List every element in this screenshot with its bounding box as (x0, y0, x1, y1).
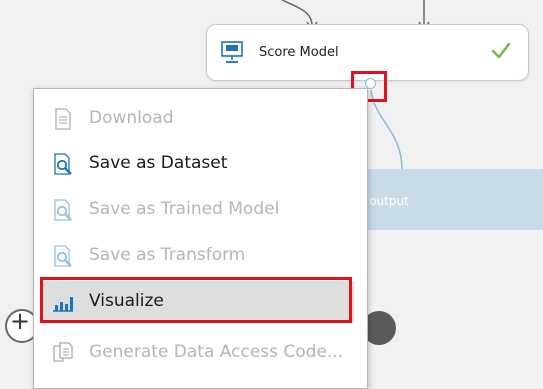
menu-item-download[interactable]: Download (42, 99, 354, 139)
output-connector (370, 89, 403, 171)
input-connector-left (281, 0, 313, 27)
document-icon (55, 108, 71, 130)
copy-documents-icon (53, 342, 73, 362)
visualize-highlight (40, 277, 352, 323)
magnifier-document-icon (54, 153, 72, 175)
context-menu: Download Save as Dataset Save as Trained… (33, 88, 368, 389)
menu-item-generate-data-access-code[interactable]: Generate Data Access Code... (42, 333, 354, 373)
menu-item-label: Save as Transform (89, 245, 246, 265)
magnifier-document-icon (54, 245, 72, 267)
plus-icon: + (10, 307, 31, 335)
check-icon (491, 42, 511, 59)
menu-item-save-as-dataset[interactable]: Save as Dataset (42, 144, 354, 184)
menu-item-label: Save as Trained Model (89, 199, 280, 219)
menu-item-save-as-transform[interactable]: Save as Transform (42, 236, 354, 276)
menu-item-label: Save as Dataset (89, 153, 228, 173)
menu-item-label: Generate Data Access Code... (89, 342, 344, 362)
score-model-icon (221, 41, 243, 63)
module-title: Score Model (259, 45, 339, 60)
menu-item-label: Download (89, 108, 174, 128)
magnifier-document-icon (54, 199, 72, 221)
menu-item-save-as-trained-model[interactable]: Save as Trained Model (42, 190, 354, 230)
